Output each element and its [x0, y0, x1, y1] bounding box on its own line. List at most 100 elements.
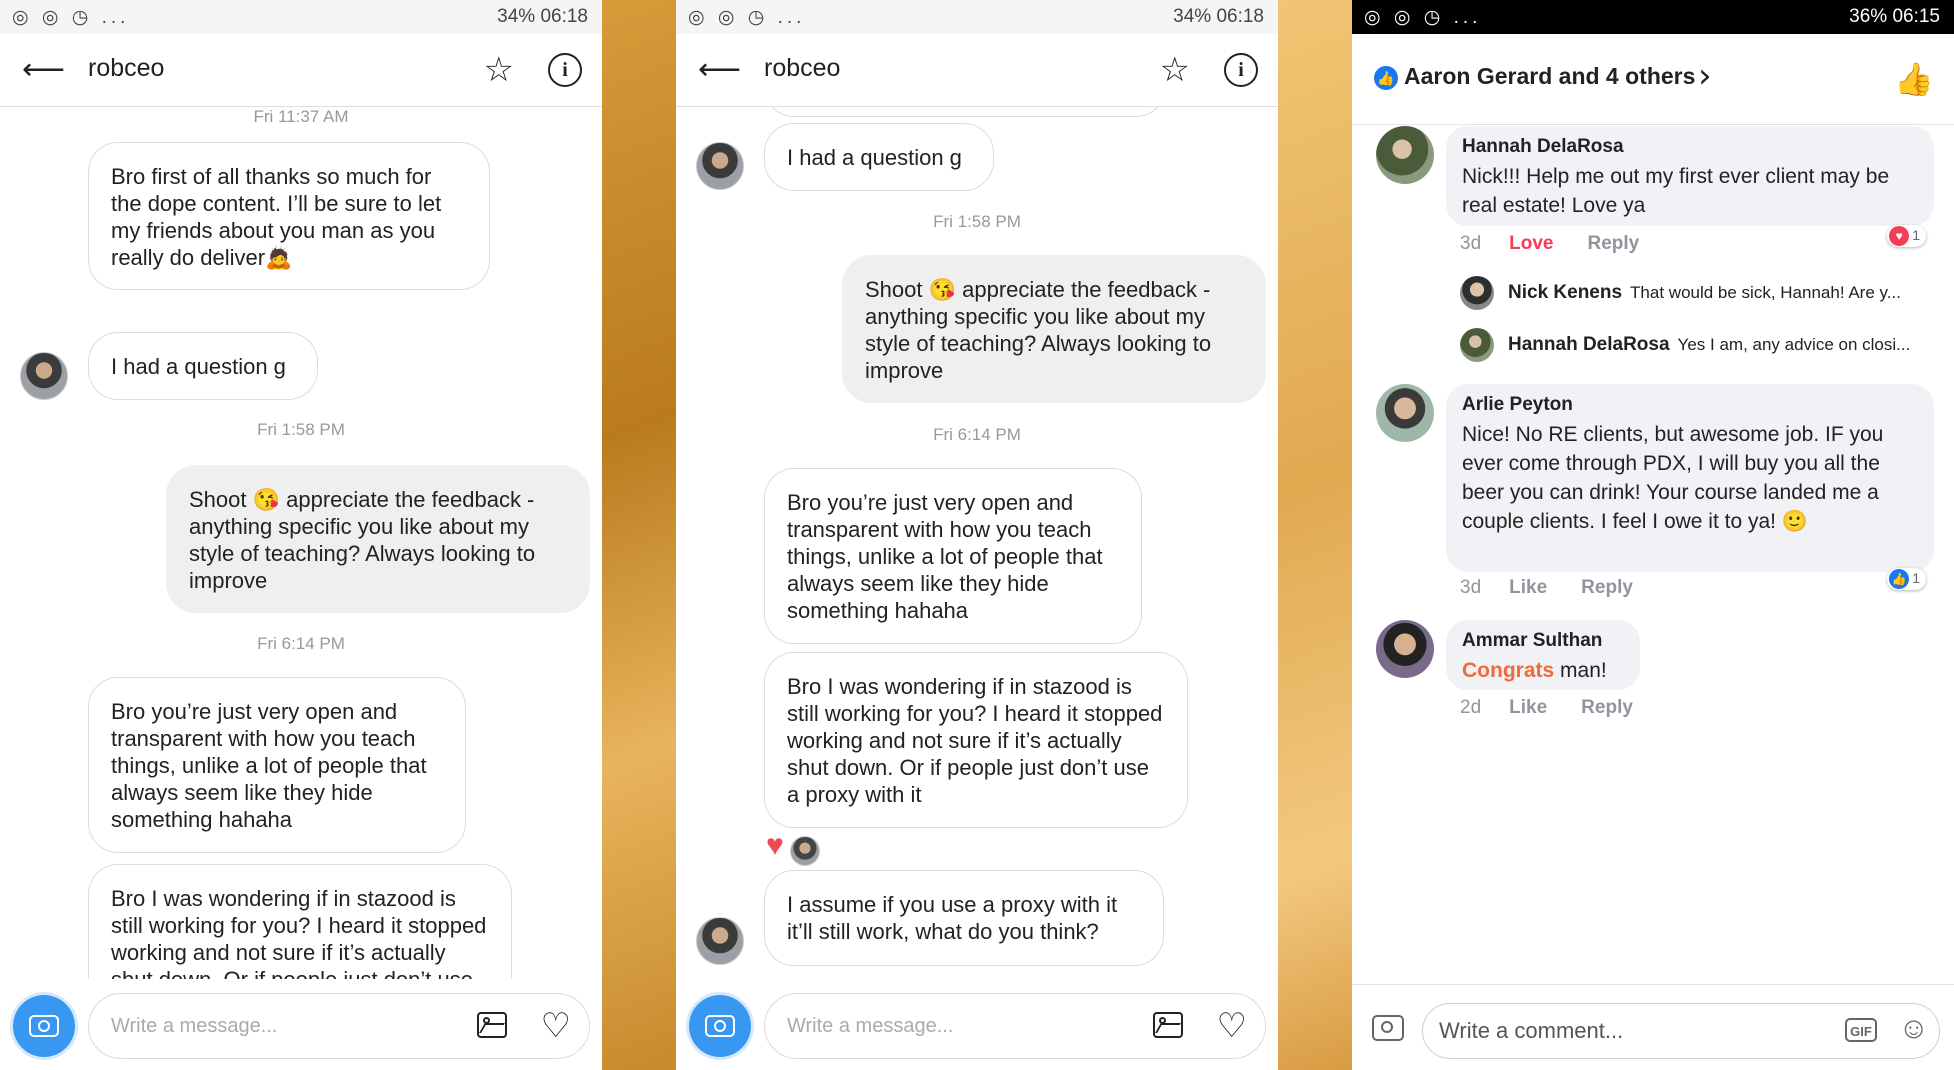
comment-composer: GIF ☺: [1352, 984, 1954, 1070]
message-input[interactable]: [785, 994, 1119, 1058]
background-gap: [1278, 0, 1352, 1070]
reply-avatar[interactable]: [1460, 276, 1494, 310]
comment-age: 2d: [1460, 697, 1482, 718]
chat-username[interactable]: robceo: [764, 54, 840, 83]
facebook-comments-panel: ◎ ◎ ◷ ... 36% 06:15 👍 Aaron Gerard and 4…: [1352, 0, 1954, 1070]
message-bubble-received[interactable]: I had a question g: [764, 123, 994, 191]
image-icon[interactable]: [1153, 1012, 1183, 1038]
reactions-header[interactable]: 👍 Aaron Gerard and 4 others › 👍: [1352, 34, 1954, 125]
status-icons-left: ◎ ◎ ◷ ...: [1364, 7, 1482, 28]
message-bubble-received[interactable]: I assume if you use a proxy with it it’l…: [764, 870, 1164, 966]
message-bubble-received[interactable]: Bro I was wondering if in stazood is sti…: [764, 652, 1188, 828]
composer: ♡: [676, 979, 1278, 1070]
back-arrow-icon[interactable]: ⟵: [698, 52, 741, 87]
timestamp: Fri 11:37 AM: [253, 107, 349, 126]
comment-actions: 3d Love Reply: [1460, 233, 1673, 255]
status-bar: ◎ ◎ ◷ ... 34% 06:18: [0, 0, 602, 34]
comment-bubble[interactable]: Arlie Peyton Nice! No RE clients, but aw…: [1446, 384, 1934, 572]
message-list[interactable]: Fri 11:37 AM Bro first of all thanks so …: [0, 107, 602, 979]
comment-text: Congrats man!: [1462, 656, 1624, 685]
smiley-icon[interactable]: ☺: [1898, 1012, 1929, 1046]
love-reaction-icon: ♥: [1889, 226, 1910, 246]
message-list[interactable]: I had a question g Fri 1:58 PM Shoot 😘 a…: [676, 107, 1278, 979]
instagram-dm-panel-2: ◎ ◎ ◷ ... 34% 06:18 ⟵ robceo ☆ i I had a…: [676, 0, 1278, 1070]
comment-bubble[interactable]: Hannah DelaRosa Nick!!! Help me out my f…: [1446, 126, 1934, 226]
comment-input[interactable]: [1437, 1004, 1741, 1058]
contact-avatar[interactable]: [20, 352, 68, 400]
heart-reaction-icon: ♥: [766, 829, 784, 862]
image-icon[interactable]: [477, 1012, 507, 1038]
reactions-summary[interactable]: Aaron Gerard and 4 others: [1404, 63, 1695, 90]
message-input[interactable]: [109, 994, 443, 1058]
reply-text: That would be sick, Hannah! Are y...: [1630, 283, 1901, 302]
contact-avatar[interactable]: [696, 917, 744, 965]
chat-header: ⟵ robceo ☆ i: [676, 34, 1278, 107]
info-icon[interactable]: i: [548, 53, 582, 87]
comment-age: 3d: [1460, 233, 1482, 254]
message-reactions[interactable]: ♥: [766, 829, 820, 866]
message-bubble-received[interactable]: Bro you’re just very open and transparen…: [764, 468, 1142, 644]
like-button[interactable]: Like: [1509, 697, 1547, 718]
commenter-avatar[interactable]: [1376, 620, 1434, 678]
like-button[interactable]: Like: [1509, 577, 1547, 598]
commenter-avatar[interactable]: [1376, 384, 1434, 442]
camera-icon[interactable]: [1372, 1015, 1404, 1041]
message-input-wrap: ♡: [764, 993, 1266, 1059]
commenter-avatar[interactable]: [1376, 126, 1434, 184]
comment-text: Nice! No RE clients, but awesome job. IF…: [1462, 423, 1884, 533]
comment-input-wrap: GIF ☺: [1422, 1003, 1940, 1059]
heart-icon[interactable]: ♡: [541, 1006, 571, 1046]
star-icon[interactable]: ☆: [484, 50, 514, 90]
star-icon[interactable]: ☆: [1160, 50, 1190, 90]
reaction-count: 1: [1912, 570, 1920, 586]
reply-preview[interactable]: Nick Kenens That would be sick, Hannah! A…: [1508, 282, 1938, 304]
commenter-name[interactable]: Arlie Peyton: [1462, 394, 1918, 416]
status-icons-left: ◎ ◎ ◷ ...: [12, 7, 130, 28]
info-icon[interactable]: i: [1224, 53, 1258, 87]
reaction-count: 1: [1912, 227, 1920, 243]
contact-avatar[interactable]: [696, 142, 744, 190]
comment-actions: 2d Like Reply: [1460, 697, 1667, 719]
reaction-count-badge[interactable]: 👍 1: [1887, 568, 1926, 590]
status-battery-time: 34% 06:18: [497, 6, 588, 27]
message-bubble-received[interactable]: I had a question g: [88, 332, 318, 400]
comment-text-rest: man!: [1554, 659, 1607, 682]
instagram-dm-panel-1: ◎ ◎ ◷ ... 34% 06:18 ⟵ robceo ☆ i Fri 11:…: [0, 0, 602, 1070]
comment-actions: 3d Like Reply: [1460, 577, 1667, 599]
reply-avatar[interactable]: [1460, 328, 1494, 362]
chevron-right-icon[interactable]: ›: [1698, 56, 1712, 96]
message-bubble-partial: [764, 107, 1166, 117]
comment-bubble[interactable]: Ammar Sulthan Congrats man!: [1446, 620, 1640, 690]
status-icons-left: ◎ ◎ ◷ ...: [688, 7, 806, 28]
camera-icon[interactable]: [689, 995, 751, 1057]
status-battery-time: 36% 06:15: [1849, 6, 1940, 27]
thumbs-up-icon[interactable]: 👍: [1894, 60, 1934, 98]
timestamp: Fri 6:14 PM: [933, 425, 1021, 444]
message-bubble-received[interactable]: Bro you’re just very open and transparen…: [88, 677, 466, 853]
reactor-avatar: [789, 835, 820, 866]
reaction-count-badge[interactable]: ♥ 1: [1887, 225, 1926, 247]
reply-button[interactable]: Reply: [1581, 697, 1633, 718]
message-bubble-sent[interactable]: Shoot 😘 appreciate the feedback - anythi…: [166, 465, 590, 613]
reply-preview[interactable]: Hannah DelaRosa Yes I am, any advice on c…: [1508, 334, 1938, 356]
status-bar: ◎ ◎ ◷ ... 36% 06:15: [1352, 0, 1954, 34]
timestamp: Fri 6:14 PM: [257, 634, 345, 653]
heart-icon[interactable]: ♡: [1217, 1006, 1247, 1046]
background-gap: [602, 0, 676, 1070]
camera-icon[interactable]: [13, 995, 75, 1057]
chat-username[interactable]: robceo: [88, 54, 164, 83]
message-bubble-received[interactable]: Bro first of all thanks so much for the …: [88, 142, 490, 290]
commenter-name[interactable]: Hannah DelaRosa: [1462, 136, 1918, 158]
reply-button[interactable]: Reply: [1588, 233, 1640, 254]
message-bubble-sent[interactable]: Shoot 😘 appreciate the feedback - anythi…: [842, 255, 1266, 403]
love-button[interactable]: Love: [1509, 233, 1553, 254]
status-battery-time: 34% 06:18: [1173, 6, 1264, 27]
reply-author: Hannah DelaRosa: [1508, 334, 1670, 355]
composer: ♡: [0, 979, 602, 1070]
back-arrow-icon[interactable]: ⟵: [22, 52, 65, 87]
message-input-wrap: ♡: [88, 993, 590, 1059]
reply-button[interactable]: Reply: [1581, 577, 1633, 598]
commenter-name[interactable]: Ammar Sulthan: [1462, 630, 1624, 652]
message-bubble-received[interactable]: Bro I was wondering if in stazood is sti…: [88, 864, 512, 979]
gif-icon[interactable]: GIF: [1845, 1018, 1877, 1042]
